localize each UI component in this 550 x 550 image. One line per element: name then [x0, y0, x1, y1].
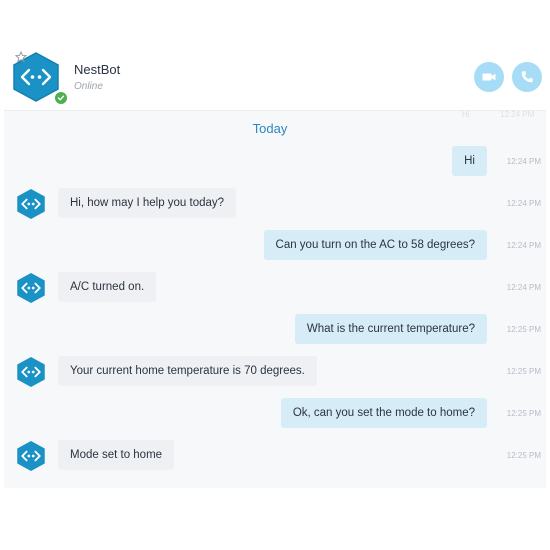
bot-avatar-icon — [16, 272, 46, 304]
video-call-button[interactable] — [474, 62, 504, 92]
message-timestamp: 12:24 PM — [506, 199, 541, 208]
bot-avatar-icon — [16, 440, 46, 472]
message-timestamp: 12:25 PM — [506, 451, 541, 460]
star-outline-icon[interactable] — [14, 50, 28, 63]
message-timestamp: 12:24 PM — [506, 157, 541, 166]
phone-icon — [521, 71, 533, 83]
user-message-bubble[interactable]: Can you turn on the AC to 58 degrees? — [263, 230, 487, 260]
video-camera-icon — [482, 73, 496, 81]
bot-avatar-icon — [16, 188, 46, 220]
bot-message-row: Mode set to home 12:25 PM — [4, 440, 546, 472]
faded-text: Hi — [462, 110, 470, 119]
user-message-row: Can you turn on the AC to 58 degrees? 12:… — [4, 230, 546, 262]
chat-header: NestBot Online — [4, 44, 546, 111]
message-timestamp: 12:25 PM — [506, 367, 541, 376]
message-timestamp: 12:24 PM — [506, 283, 541, 292]
voice-call-button[interactable] — [512, 62, 542, 92]
bot-message-bubble[interactable]: Mode set to home — [58, 440, 175, 470]
bot-status: Online — [74, 81, 103, 92]
bot-name: NestBot — [74, 62, 121, 77]
message-timestamp: 12:25 PM — [506, 325, 541, 334]
user-message-row: Hi 12:24 PM — [4, 146, 546, 178]
faded-text: 12:24 PM — [500, 110, 535, 119]
bot-message-bubble[interactable]: Your current home temperature is 70 degr… — [58, 356, 317, 386]
chat-window: NestBot Online Hi 12:24 PM Today Hi 12:24… — [4, 44, 546, 488]
user-message-row: Ok, can you set the mode to home? 12:25 P… — [4, 398, 546, 430]
bot-message-bubble[interactable]: A/C turned on. — [58, 272, 157, 302]
bot-message-bubble[interactable]: Hi, how may I help you today? — [58, 188, 237, 218]
user-message-bubble[interactable]: Hi — [452, 146, 487, 176]
user-message-bubble[interactable]: Ok, can you set the mode to home? — [280, 398, 487, 428]
user-message-row: What is the current temperature? 12:25 PM — [4, 314, 546, 346]
bot-message-row: Your current home temperature is 70 degr… — [4, 356, 546, 388]
bot-message-row: A/C turned on. 12:24 PM — [4, 272, 546, 304]
message-timestamp: 12:25 PM — [506, 409, 541, 418]
user-message-bubble[interactable]: What is the current temperature? — [294, 314, 487, 344]
bot-avatar-icon — [16, 356, 46, 388]
message-timestamp: 12:24 PM — [506, 241, 541, 250]
bot-message-row: Hi, how may I help you today? 12:24 PM — [4, 188, 546, 220]
day-separator: Today — [252, 121, 288, 136]
check-circle-icon — [53, 90, 69, 106]
